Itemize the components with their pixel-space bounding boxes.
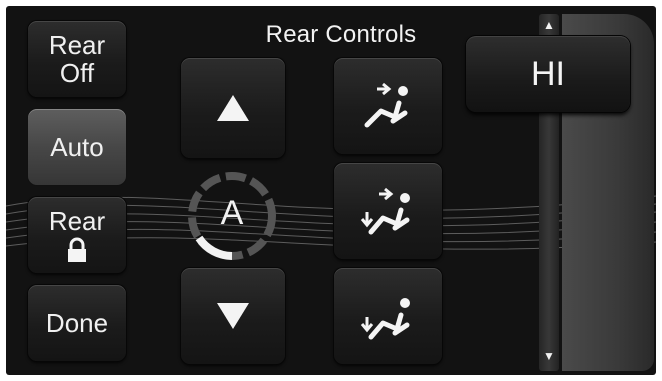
fan-level-button[interactable]: HI — [466, 36, 630, 112]
floor-icon — [360, 298, 410, 340]
rear-climate-screen: Rear Controls Rear Off Auto Rear Done A — [6, 6, 656, 375]
temp-up-button[interactable] — [181, 58, 285, 158]
lock-icon — [68, 237, 86, 262]
down-arrow-icon — [217, 303, 249, 329]
temp-down-button[interactable] — [181, 268, 285, 364]
done-button[interactable]: Done — [28, 285, 126, 361]
rear-lock-button[interactable]: Rear — [28, 197, 126, 273]
temperature-mode-label: A — [220, 194, 244, 232]
fan-up-arrow-icon[interactable]: ▲ — [539, 18, 559, 32]
panel-vent-icon — [364, 82, 408, 128]
auto-label: Auto — [50, 132, 104, 162]
done-label: Done — [45, 308, 109, 338]
fan-down-arrow-icon[interactable]: ▼ — [539, 349, 559, 363]
page-title: Rear Controls — [265, 21, 417, 48]
mode-floor-button[interactable] — [334, 268, 442, 364]
bilevel-icon — [360, 187, 410, 235]
up-arrow-icon — [217, 95, 249, 121]
rear-off-button[interactable]: Rear Off — [28, 21, 126, 97]
rear-lock-label: Rear — [48, 206, 106, 236]
auto-button[interactable]: Auto — [28, 109, 126, 185]
fan-level-label: HI — [531, 54, 565, 93]
rear-off-label: Rear Off — [48, 30, 106, 88]
mode-bilevel-button[interactable] — [334, 163, 442, 259]
mode-panel-button[interactable] — [334, 58, 442, 154]
